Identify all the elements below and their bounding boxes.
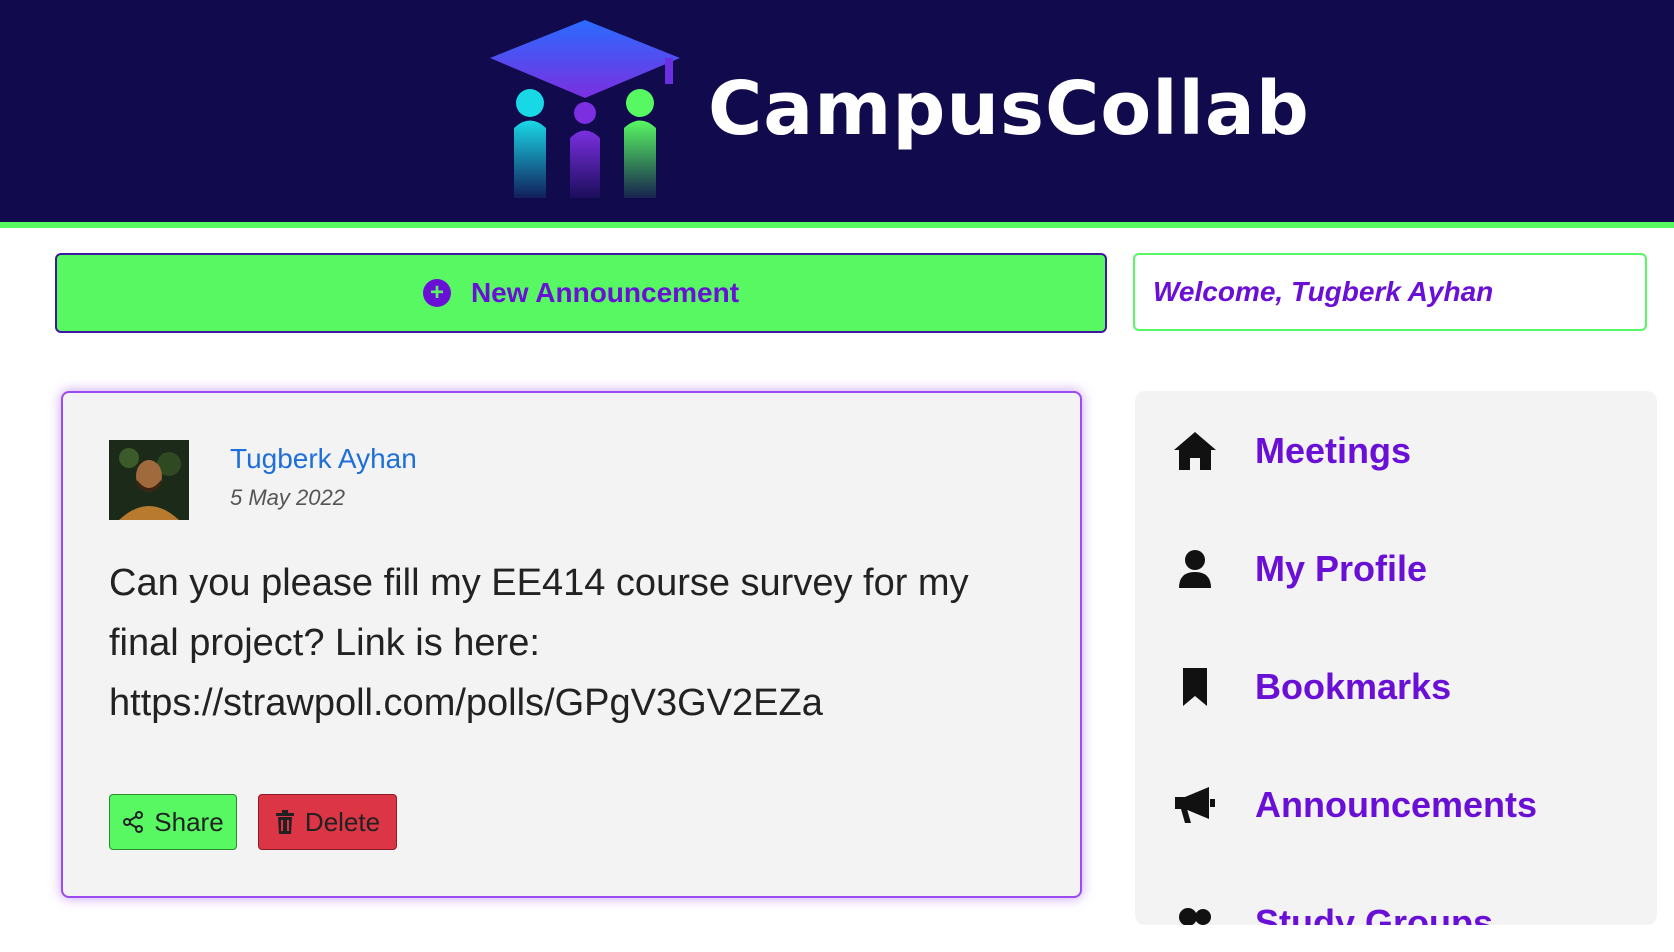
share-label: Share: [154, 806, 224, 837]
welcome-message: Welcome, Tugberk Ayhan: [1133, 253, 1647, 331]
post-author[interactable]: Tugberk Ayhan: [230, 443, 417, 475]
sidebar-item-label: My Profile: [1255, 548, 1428, 589]
new-announcement-label: New Announcement: [470, 277, 740, 308]
new-announcement-button[interactable]: + New Announcement: [55, 253, 1107, 333]
sidebar-item-study-groups[interactable]: Study Groups: [1173, 901, 1493, 925]
post-body: Can you please fill my EE414 course surv…: [109, 562, 969, 724]
sidebar-item-my-profile[interactable]: My Profile: [1173, 547, 1427, 591]
sidebar-item-label: Meetings: [1255, 430, 1412, 471]
user-icon: [1173, 547, 1217, 591]
sidebar-item-meetings[interactable]: Meetings: [1173, 429, 1411, 473]
megaphone-icon: [1173, 783, 1217, 827]
sidebar-item-announcements[interactable]: Announcements: [1173, 783, 1537, 827]
brand-name: CampusCollab: [708, 66, 1310, 152]
share-icon: [122, 811, 144, 833]
trash-icon: [275, 810, 295, 834]
users-icon: [1173, 901, 1217, 925]
sidebar-item-label: Announcements: [1255, 784, 1538, 825]
home-icon: [1173, 429, 1217, 473]
post-date: 5 May 2022: [230, 485, 345, 510]
sidebar-item-label: Study Groups: [1255, 902, 1494, 925]
sidebar-nav: Meetings My Profile Bookmarks Announceme…: [1135, 391, 1657, 925]
delete-button[interactable]: Delete: [258, 794, 397, 850]
site-header: CampusCollab: [0, 0, 1674, 228]
graduation-cap-people-logo[interactable]: [490, 18, 680, 198]
announcement-card: Tugberk Ayhan 5 May 2022 Can you please …: [61, 391, 1082, 898]
sidebar-item-label: Bookmarks: [1255, 666, 1452, 707]
sidebar-item-bookmarks[interactable]: Bookmarks: [1173, 665, 1451, 709]
share-button[interactable]: Share: [109, 794, 237, 850]
avatar[interactable]: [109, 440, 189, 520]
delete-label: Delete: [304, 806, 381, 837]
plus-circle-icon: +: [422, 279, 451, 307]
bookmark-icon: [1173, 665, 1217, 709]
